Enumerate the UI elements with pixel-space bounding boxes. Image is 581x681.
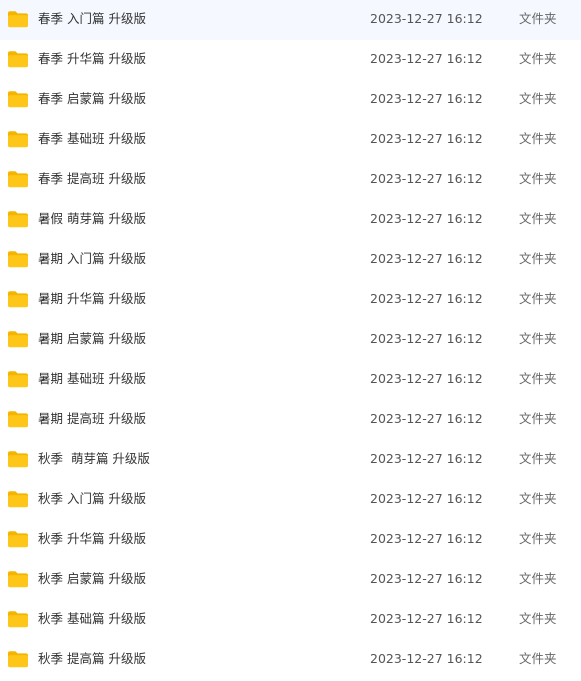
modified-date: 2023-12-27 16:12 — [370, 371, 483, 386]
file-row[interactable]: 春季 启蒙篇 升级版 2023-12-27 16:12 文件夹 — [0, 80, 581, 120]
folder-icon — [8, 331, 28, 348]
modified-date: 2023-12-27 16:12 — [370, 171, 483, 186]
file-type: 文件夹 — [519, 331, 557, 346]
file-row[interactable]: 秋季 萌芽篇 升级版 2023-12-27 16:12 文件夹 — [0, 440, 581, 480]
file-row[interactable]: 暑期 启蒙篇 升级版 2023-12-27 16:12 文件夹 — [0, 320, 581, 360]
folder-icon — [8, 451, 28, 468]
folder-name: 春季 升华篇 升级版 — [38, 51, 146, 66]
file-row[interactable]: 春季 基础班 升级版 2023-12-27 16:12 文件夹 — [0, 120, 581, 160]
folder-icon — [8, 171, 28, 188]
modified-date: 2023-12-27 16:12 — [370, 451, 483, 466]
file-row[interactable]: 暑期 提高班 升级版 2023-12-27 16:12 文件夹 — [0, 400, 581, 440]
modified-date: 2023-12-27 16:12 — [370, 491, 483, 506]
folder-icon — [8, 651, 28, 668]
folder-icon — [8, 211, 28, 228]
folder-name: 暑期 提高班 升级版 — [38, 411, 146, 426]
folder-icon — [8, 411, 28, 428]
file-type: 文件夹 — [519, 91, 557, 106]
folder-icon — [8, 251, 28, 268]
file-row[interactable]: 秋季 基础篇 升级版 2023-12-27 16:12 文件夹 — [0, 600, 581, 640]
folder-icon — [8, 131, 28, 148]
modified-date: 2023-12-27 16:12 — [370, 331, 483, 346]
file-type: 文件夹 — [519, 51, 557, 66]
folder-icon — [8, 531, 28, 548]
folder-name: 暑期 基础班 升级版 — [38, 371, 146, 386]
folder-name: 春季 提高班 升级版 — [38, 171, 146, 186]
file-row[interactable]: 暑假 萌芽篇 升级版 2023-12-27 16:12 文件夹 — [0, 200, 581, 240]
modified-date: 2023-12-27 16:12 — [370, 51, 483, 66]
folder-icon — [8, 91, 28, 108]
modified-date: 2023-12-27 16:12 — [370, 651, 483, 666]
file-type: 文件夹 — [519, 411, 557, 426]
file-type: 文件夹 — [519, 131, 557, 146]
file-type: 文件夹 — [519, 651, 557, 666]
folder-name: 春季 基础班 升级版 — [38, 131, 146, 146]
folder-name: 秋季 萌芽篇 升级版 — [38, 451, 150, 466]
file-row[interactable]: 秋季 提高篇 升级版 2023-12-27 16:12 文件夹 — [0, 640, 581, 680]
folder-name: 秋季 提高篇 升级版 — [38, 651, 146, 666]
modified-date: 2023-12-27 16:12 — [370, 571, 483, 586]
modified-date: 2023-12-27 16:12 — [370, 611, 483, 626]
file-row[interactable]: 暑期 入门篇 升级版 2023-12-27 16:12 文件夹 — [0, 240, 581, 280]
folder-icon — [8, 11, 28, 28]
file-type: 文件夹 — [519, 611, 557, 626]
modified-date: 2023-12-27 16:12 — [370, 251, 483, 266]
modified-date: 2023-12-27 16:12 — [370, 91, 483, 106]
file-type: 文件夹 — [519, 171, 557, 186]
file-type: 文件夹 — [519, 291, 557, 306]
file-row[interactable]: 春季 提高班 升级版 2023-12-27 16:12 文件夹 — [0, 160, 581, 200]
folder-icon — [8, 371, 28, 388]
folder-name: 秋季 入门篇 升级版 — [38, 491, 146, 506]
modified-date: 2023-12-27 16:12 — [370, 211, 483, 226]
folder-name: 春季 入门篇 升级版 — [38, 11, 146, 26]
modified-date: 2023-12-27 16:12 — [370, 411, 483, 426]
folder-icon — [8, 51, 28, 68]
folder-icon — [8, 291, 28, 308]
folder-name: 秋季 升华篇 升级版 — [38, 531, 146, 546]
file-row[interactable]: 春季 升华篇 升级版 2023-12-27 16:12 文件夹 — [0, 40, 581, 80]
file-type: 文件夹 — [519, 251, 557, 266]
modified-date: 2023-12-27 16:12 — [370, 131, 483, 146]
file-type: 文件夹 — [519, 371, 557, 386]
folder-name: 秋季 基础篇 升级版 — [38, 611, 146, 626]
modified-date: 2023-12-27 16:12 — [370, 11, 483, 26]
file-type: 文件夹 — [519, 491, 557, 506]
file-type: 文件夹 — [519, 11, 557, 26]
folder-icon — [8, 611, 28, 628]
folder-name: 秋季 启蒙篇 升级版 — [38, 571, 146, 586]
file-row[interactable]: 暑期 升华篇 升级版 2023-12-27 16:12 文件夹 — [0, 280, 581, 320]
file-row[interactable]: 秋季 入门篇 升级版 2023-12-27 16:12 文件夹 — [0, 480, 581, 520]
folder-name: 暑期 升华篇 升级版 — [38, 291, 146, 306]
file-type: 文件夹 — [519, 451, 557, 466]
modified-date: 2023-12-27 16:12 — [370, 531, 483, 546]
file-row[interactable]: 秋季 启蒙篇 升级版 2023-12-27 16:12 文件夹 — [0, 560, 581, 600]
folder-icon — [8, 571, 28, 588]
folder-icon — [8, 491, 28, 508]
folder-name: 暑假 萌芽篇 升级版 — [38, 211, 146, 226]
file-type: 文件夹 — [519, 571, 557, 586]
file-list: 春季 入门篇 升级版 2023-12-27 16:12 文件夹 春季 升华篇 升… — [0, 0, 581, 681]
folder-name: 春季 启蒙篇 升级版 — [38, 91, 146, 106]
file-row[interactable]: 秋季 升华篇 升级版 2023-12-27 16:12 文件夹 — [0, 520, 581, 560]
file-type: 文件夹 — [519, 531, 557, 546]
modified-date: 2023-12-27 16:12 — [370, 291, 483, 306]
file-row[interactable]: 暑期 基础班 升级版 2023-12-27 16:12 文件夹 — [0, 360, 581, 400]
file-row[interactable]: 春季 入门篇 升级版 2023-12-27 16:12 文件夹 — [0, 0, 581, 40]
folder-name: 暑期 启蒙篇 升级版 — [38, 331, 146, 346]
file-type: 文件夹 — [519, 211, 557, 226]
folder-name: 暑期 入门篇 升级版 — [38, 251, 146, 266]
